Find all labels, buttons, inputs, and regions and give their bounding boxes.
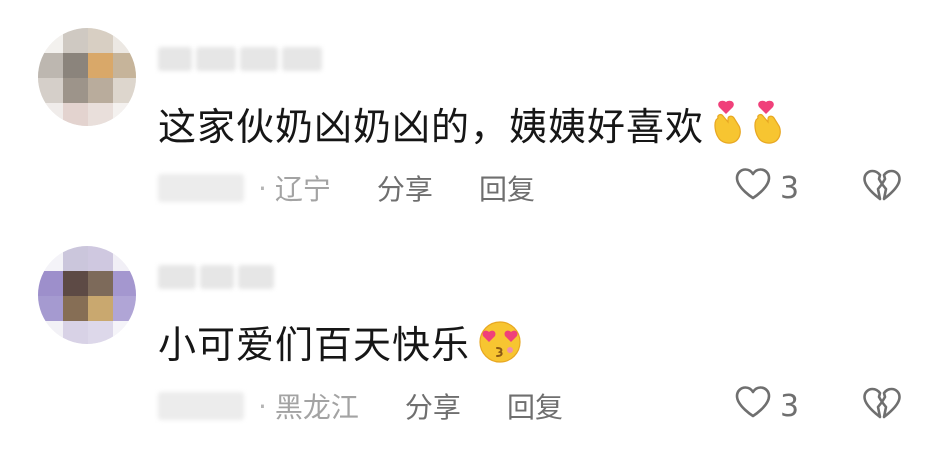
- like-button[interactable]: 3: [734, 166, 799, 210]
- date-blurred: [158, 392, 244, 420]
- broken-heart-icon: [862, 386, 902, 426]
- share-button[interactable]: 分享: [377, 168, 433, 208]
- comment-text: 小可爱们百天快乐: [158, 322, 471, 367]
- share-button[interactable]: 分享: [405, 386, 461, 426]
- username-blurred[interactable]: [158, 44, 322, 74]
- like-count: 3: [780, 388, 800, 424]
- location-label: 辽宁: [274, 173, 331, 206]
- like-button[interactable]: 3: [734, 384, 799, 428]
- comment-text-row: 这家伙奶凶奶凶的，姨姨好喜欢: [158, 96, 784, 150]
- avatar[interactable]: [38, 28, 136, 126]
- separator-dot: ·: [258, 171, 267, 205]
- dislike-button[interactable]: [862, 166, 902, 210]
- avatar[interactable]: [38, 246, 136, 344]
- heart-outline-icon: [734, 385, 772, 427]
- broken-heart-icon: [862, 168, 902, 208]
- pinched-heart-hand-emoji: [708, 100, 744, 146]
- location-label: 黑龙江: [274, 391, 359, 424]
- username-blurred[interactable]: [158, 262, 274, 292]
- comment-item-1: 这家伙奶凶奶凶的，姨姨好喜欢 · 辽宁 分享 回复 3: [0, 28, 950, 238]
- comment-text: 这家伙奶凶奶凶的，姨姨好喜欢: [158, 104, 705, 149]
- comment-text-row: 小可爱们百天快乐: [158, 314, 526, 368]
- pinched-heart-hand-emoji: [748, 100, 784, 146]
- heart-outline-icon: [734, 167, 772, 209]
- reply-button[interactable]: 回复: [507, 386, 563, 426]
- separator-dot: ·: [258, 389, 267, 423]
- comment-meta: · 黑龙江 分享 回复: [158, 386, 609, 426]
- reply-button[interactable]: 回复: [479, 168, 535, 208]
- like-count: 3: [780, 170, 800, 206]
- comment-item-2: 小可爱们百天快乐 · 黑龙江 分享 回复 3: [0, 246, 950, 456]
- dislike-button[interactable]: [862, 384, 902, 428]
- heart-eyes-kiss-emoji: [474, 318, 526, 364]
- date-blurred: [158, 174, 244, 202]
- comment-meta: · 辽宁 分享 回复: [158, 168, 581, 208]
